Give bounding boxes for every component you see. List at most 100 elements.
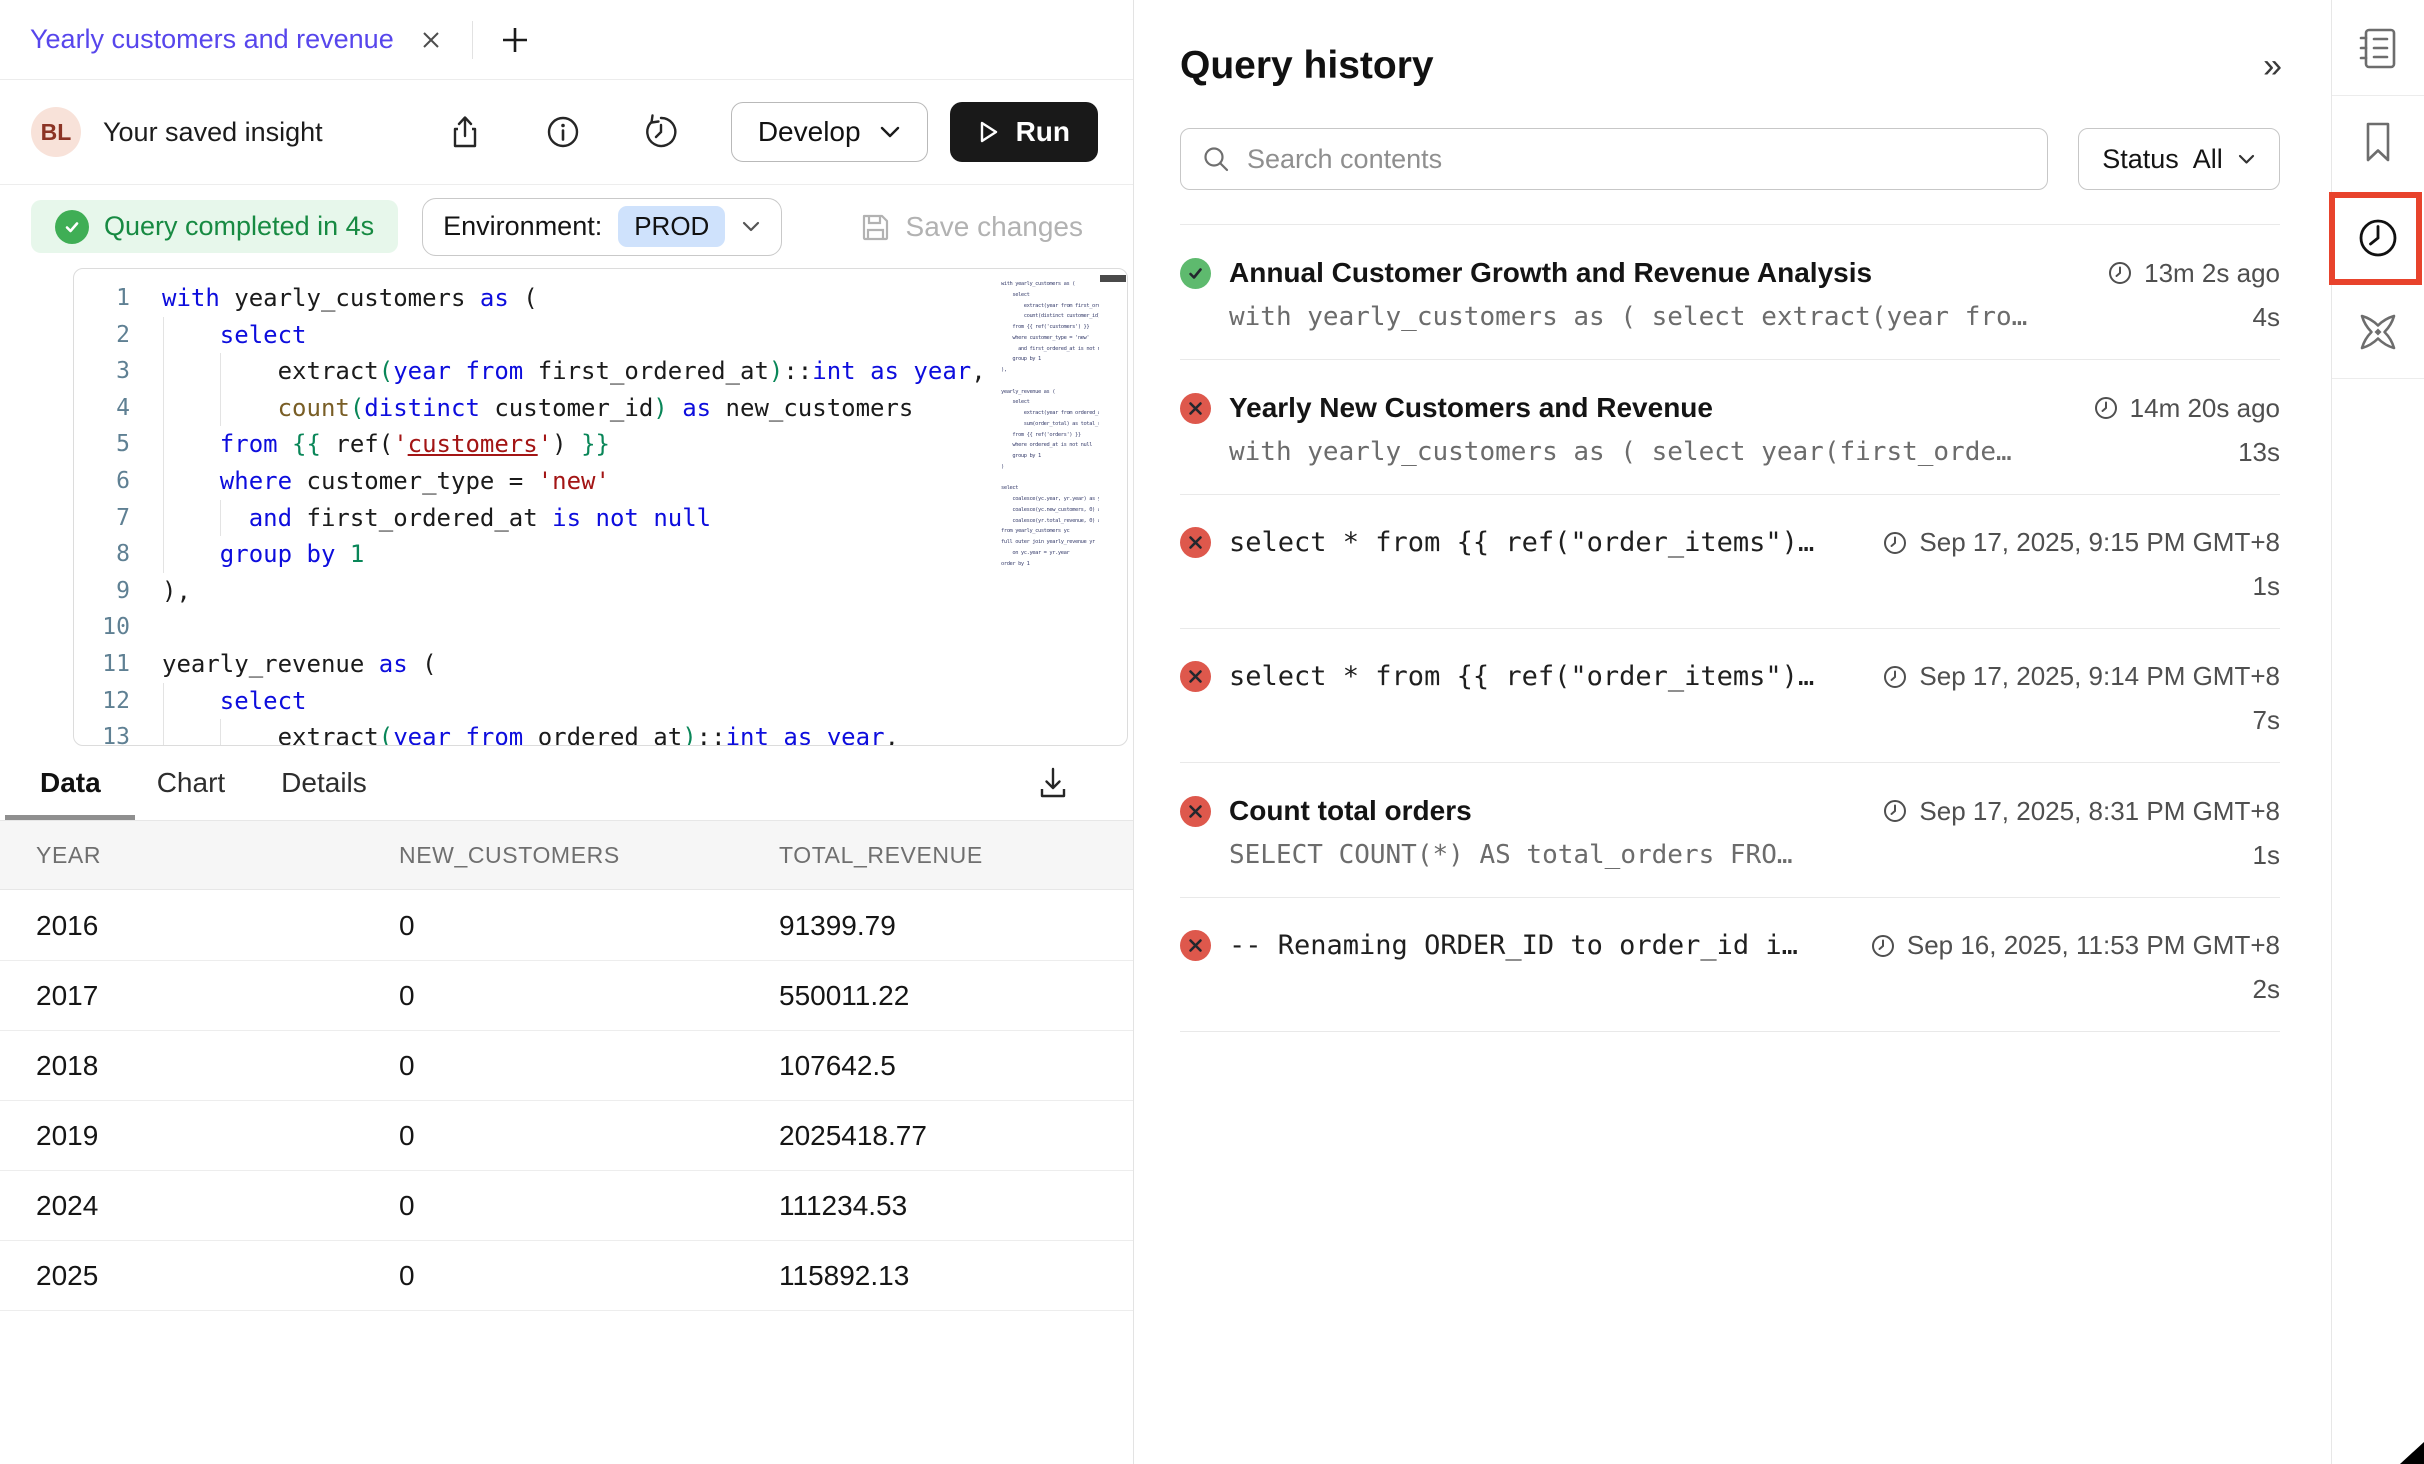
history-item-timestamp: Sep 17, 2025, 9:14 PM GMT+8 (1882, 661, 2280, 692)
error-status-icon (1180, 527, 1211, 558)
history-item-query-preview: with yearly_customers as ( select year(f… (1229, 437, 2214, 467)
history-item[interactable]: Yearly New Customers and Revenue14m 20s … (1180, 360, 2280, 495)
search-box[interactable] (1180, 128, 2048, 190)
tab-divider (472, 21, 473, 59)
history-item-timestamp: Sep 16, 2025, 11:53 PM GMT+8 (1870, 930, 2280, 961)
table-row: 20250115892.13 (0, 1241, 1133, 1311)
version-history-button[interactable] (639, 110, 683, 154)
status-filter-dropdown[interactable]: Status All (2078, 128, 2280, 190)
history-item-duration: 4s (2253, 302, 2280, 333)
history-item-title: Annual Customer Growth and Revenue Analy… (1229, 257, 2083, 289)
tab-bar: Yearly customers and revenue (0, 0, 1133, 80)
table-cell: 2019 (36, 1120, 399, 1152)
save-changes-button[interactable]: Save changes (858, 210, 1083, 244)
sql-editor[interactable]: 12345678910111213 with yearly_customers … (73, 268, 1128, 746)
table-cell: 115892.13 (779, 1260, 1133, 1292)
code-line: from {{ ref('customers') }} (162, 426, 987, 463)
history-item-duration: 7s (2253, 705, 2280, 736)
code-line: extract(year from ordered_at)::int as ye… (162, 719, 987, 746)
bookmark-button[interactable] (2352, 116, 2404, 168)
table-cell: 0 (399, 980, 779, 1012)
history-item-duration: 1s (2253, 840, 2280, 871)
environment-value-badge: PROD (618, 206, 725, 247)
table-cell: 2024 (36, 1190, 399, 1222)
clock-icon (1882, 798, 1908, 824)
history-item[interactable]: Count total ordersSep 17, 2025, 8:31 PM … (1180, 763, 2280, 898)
environment-dropdown[interactable]: Environment: PROD (422, 198, 782, 256)
results-tab-bar: Data Chart Details (0, 746, 1133, 820)
indent-guide (220, 719, 221, 746)
chevron-down-icon (741, 220, 761, 233)
history-item[interactable]: -- Renaming ORDER_ID to order_id i…Sep 1… (1180, 898, 2280, 1032)
indent-guide (163, 353, 164, 390)
code-line: yearly_revenue as ( (162, 646, 987, 683)
indent-guide (220, 353, 221, 390)
line-number: 12 (74, 683, 130, 720)
error-status-icon (1180, 393, 1211, 424)
table-row: 20240111234.53 (0, 1171, 1133, 1241)
column-header: YEAR (36, 842, 399, 869)
line-number: 1 (74, 280, 130, 317)
query-status-text: Query completed in 4s (104, 211, 374, 242)
notebook-button[interactable] (2352, 22, 2404, 74)
app-window: Yearly customers and revenue BL Your sav… (0, 0, 2424, 1464)
save-changes-label: Save changes (906, 211, 1083, 243)
success-status-icon (1180, 258, 1211, 289)
download-results-button[interactable] (1031, 761, 1075, 805)
indent-guide (163, 463, 164, 500)
table-cell: 0 (399, 1190, 779, 1222)
check-circle-icon (55, 210, 89, 244)
run-button[interactable]: Run (950, 102, 1098, 162)
search-input[interactable] (1247, 144, 2027, 175)
history-item-timestamp: Sep 17, 2025, 9:15 PM GMT+8 (1882, 527, 2280, 558)
code-line: select (162, 683, 987, 720)
new-tab-button[interactable] (495, 20, 535, 60)
tab-yearly-customers-and-revenue[interactable]: Yearly customers and revenue (30, 24, 446, 55)
results-tab-chart[interactable]: Chart (157, 746, 225, 820)
develop-button[interactable]: Develop (731, 102, 928, 162)
minimap[interactable]: with yearly_customers as ( select extrac… (1001, 279, 1099, 579)
code-line: count(distinct customer_id) as new_custo… (162, 390, 987, 427)
history-item[interactable]: Annual Customer Growth and Revenue Analy… (1180, 225, 2280, 360)
collapse-panel-button[interactable]: » (2263, 47, 2280, 86)
code-line: group by 1 (162, 536, 987, 573)
indent-guide (220, 390, 221, 427)
history-item-title: select * from {{ ref("order_items")… (1229, 661, 1858, 692)
sidebar-divider (2332, 378, 2424, 379)
column-header: TOTAL_REVENUE (779, 842, 1133, 869)
indent-guide (163, 390, 164, 427)
table-row: 20170550011.22 (0, 961, 1133, 1031)
results-tab-details[interactable]: Details (281, 746, 367, 820)
history-item-duration: 2s (2253, 974, 2280, 1005)
dbt-icon (2353, 307, 2403, 357)
close-icon[interactable] (416, 25, 446, 55)
share-button[interactable] (443, 110, 487, 154)
clock-icon (1870, 933, 1896, 959)
history-item-timestamp: Sep 17, 2025, 8:31 PM GMT+8 (1882, 796, 2280, 827)
history-item[interactable]: select * from {{ ref("order_items")… Sep … (1180, 629, 2280, 763)
table-cell: 0 (399, 1260, 779, 1292)
search-icon (1201, 144, 1231, 174)
history-item-query-preview: with yearly_customers as ( select extrac… (1229, 302, 2229, 332)
scrollbar-thumb[interactable] (1100, 275, 1126, 282)
dbt-button[interactable] (2352, 306, 2404, 358)
table-row: 201902025418.77 (0, 1101, 1133, 1171)
history-item-title: select * from {{ ref("order_items")… (1229, 527, 1858, 558)
line-number: 5 (74, 426, 130, 463)
table-row: 2016091399.79 (0, 891, 1133, 961)
line-number: 4 (74, 390, 130, 427)
code-line: select (162, 317, 987, 354)
info-button[interactable] (541, 110, 585, 154)
line-number: 11 (74, 646, 130, 683)
bookmark-icon (2353, 117, 2403, 167)
error-status-icon (1180, 661, 1211, 692)
info-icon (543, 112, 583, 152)
results-tab-data[interactable]: Data (40, 746, 101, 820)
table-cell: 0 (399, 1120, 779, 1152)
line-number: 8 (74, 536, 130, 573)
code-area[interactable]: with yearly_customers as ( select extrac… (162, 280, 987, 746)
code-line (162, 609, 987, 646)
table-cell: 0 (399, 910, 779, 942)
history-item[interactable]: select * from {{ ref("order_items")… Sep … (1180, 495, 2280, 629)
table-cell: 2025 (36, 1260, 399, 1292)
